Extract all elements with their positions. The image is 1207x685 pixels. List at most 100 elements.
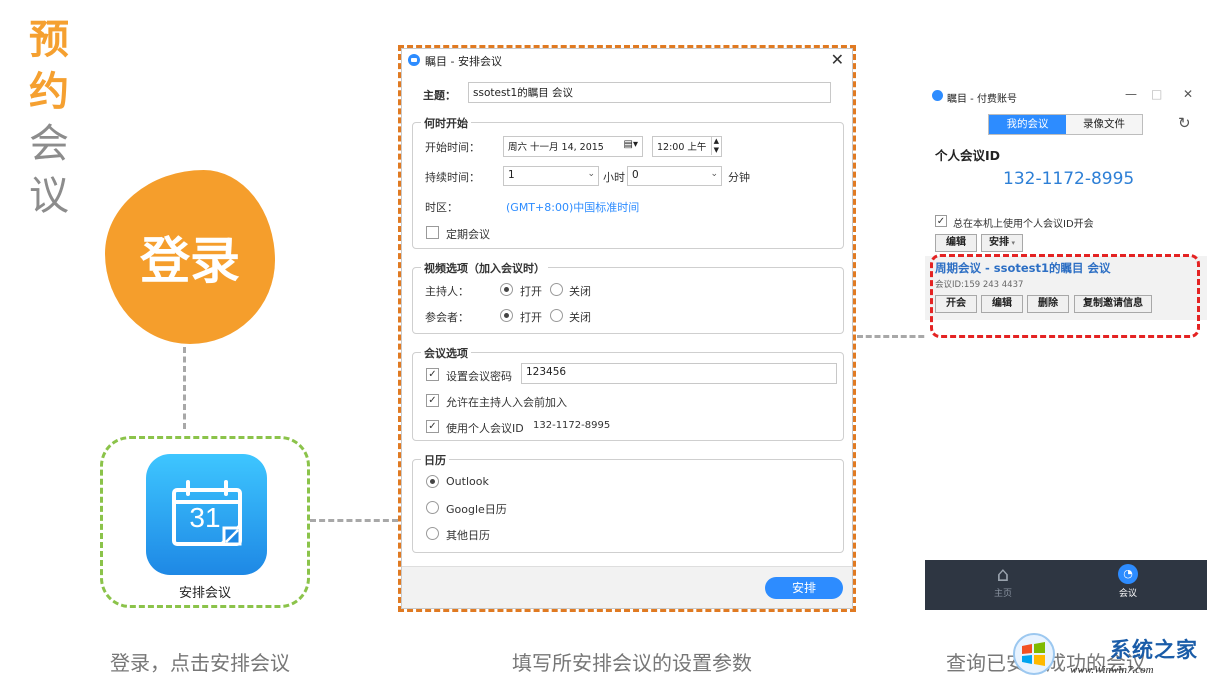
start-date-value: 周六 十一月 14, 2015	[508, 142, 604, 153]
login-blob-text: 登录	[140, 232, 240, 290]
pmi-schedule-button[interactable]: 安排 ▾	[981, 234, 1023, 252]
chevron-down-icon: ▾	[1009, 239, 1015, 247]
watermark-url: www.Winwin7.com	[1070, 664, 1154, 676]
video-group: 视频选项（加入会议时） 主持人： 打开 关闭 参会者： 打开 关闭	[412, 260, 844, 334]
start-time-spinner[interactable]: 12:00 上午 ▲ ▼	[652, 136, 722, 157]
tab-my-meetings[interactable]: 我的会议	[989, 115, 1066, 134]
participant-video-on-label: 打开	[520, 311, 542, 324]
zoom-logo-icon	[932, 90, 943, 101]
schedule-app-icon[interactable]: 31	[146, 454, 267, 575]
start-time-label: 开始时间：	[425, 141, 480, 154]
connector-left	[310, 519, 398, 522]
topic-input[interactable]: ssotest1的瞩目 会议	[468, 82, 831, 103]
watermark: 系统之家 www.Winwin7.com	[1010, 628, 1207, 685]
refresh-icon[interactable]: ↻	[1178, 114, 1191, 132]
duration-minutes-select[interactable]: 0 ⌄	[627, 166, 722, 186]
when-group-title: 何时开始	[421, 115, 471, 131]
calendar-day: 31	[189, 502, 221, 533]
meeting-highlight-frame	[930, 254, 1200, 338]
minimize-icon[interactable]: —	[1125, 87, 1137, 101]
schedule-icon-label: 安排会议	[178, 586, 231, 601]
calendar-group: 日历 Outlook Google日历 其他日历	[412, 452, 844, 553]
password-checkbox[interactable]: ✓	[426, 368, 439, 381]
zoom-logo-icon	[408, 54, 420, 66]
pmi-number: 132-1172-8995	[1003, 169, 1135, 189]
login-blob: 登录	[105, 170, 275, 344]
calendar-other-radio[interactable]	[426, 527, 439, 540]
calendar-outlook-radio[interactable]	[426, 475, 439, 488]
hours-unit: 小时	[603, 171, 625, 184]
caption-middle: 填写所安排会议的设置参数	[512, 651, 752, 675]
calendar-google-radio[interactable]	[426, 501, 439, 514]
nav-home[interactable]: ⌂ 主页	[978, 564, 1028, 599]
hours-value: 1	[508, 169, 515, 181]
connector-right	[857, 335, 933, 338]
side-title: 预 约 会 议	[26, 14, 72, 222]
host-video-on-radio[interactable]	[500, 283, 513, 296]
video-group-title: 视频选项（加入会议时）	[421, 260, 548, 276]
calendar-google-label: Google日历	[446, 503, 507, 516]
side-title-char-1: 预	[29, 17, 69, 63]
use-pmi-checkbox[interactable]: ✓	[426, 420, 439, 433]
close-icon[interactable]: ✕	[831, 50, 844, 69]
schedule-button[interactable]: 安排	[765, 577, 843, 599]
caption-left: 登录，点击安排会议	[110, 651, 290, 675]
meeting-options-group: 会议选项 ✓ 设置会议密码 123456 ✓ 允许在主持人入会前加入 ✓ 使用个…	[412, 345, 844, 441]
main-window-titlebar: 瞩目 - 付费账号 — □ ✕	[925, 84, 1207, 108]
host-video-off-label: 关闭	[569, 285, 591, 298]
recurring-label: 定期会议	[446, 228, 490, 241]
join-before-host-checkbox[interactable]: ✓	[426, 394, 439, 407]
close-icon[interactable]: ✕	[1183, 87, 1193, 101]
participant-video-label: 参会者：	[425, 311, 469, 324]
side-title-char-4: 议	[29, 173, 69, 219]
schedule-icon-frame: 31 安排会议	[100, 436, 310, 608]
timezone-link[interactable]: (GMT+8:00)中国标准时间	[506, 199, 639, 215]
timezone-label: 时区：	[425, 201, 458, 214]
start-date-picker[interactable]: 周六 十一月 14, 2015 ▤▾	[503, 136, 643, 157]
tab-recordings[interactable]: 录像文件	[1066, 115, 1142, 134]
zoom-main-window: 瞩目 - 付费账号 — □ ✕ 我的会议 录像文件 ↻ 个人会议ID 132-1…	[925, 84, 1207, 610]
pmi-edit-button[interactable]: 编辑	[935, 234, 977, 252]
always-use-pmi-label: 总在本机上使用个人会议ID开会	[953, 219, 1094, 230]
pmi-schedule-label: 安排	[989, 237, 1010, 248]
nav-meeting[interactable]: ◔ 会议	[1103, 564, 1153, 599]
host-video-label: 主持人：	[425, 285, 469, 298]
join-before-host-label: 允许在主持人入会前加入	[446, 396, 567, 409]
home-icon: ⌂	[996, 562, 1010, 586]
meeting-options-title: 会议选项	[421, 345, 471, 361]
calendar-group-title: 日历	[421, 452, 449, 468]
chevron-down-icon: ⌄	[587, 169, 595, 179]
topic-label: 主题：	[423, 89, 456, 102]
use-pmi-label: 使用个人会议ID	[446, 422, 524, 435]
calendar-dropdown-icon[interactable]: ▤▾	[624, 139, 638, 150]
windows-logo-icon	[1013, 633, 1055, 675]
when-group: 何时开始 开始时间： 周六 十一月 14, 2015 ▤▾ 12:00 上午 ▲…	[412, 115, 844, 249]
chevron-down-icon: ⌄	[710, 169, 718, 179]
use-pmi-value: 132-1172-8995	[533, 420, 611, 431]
side-title-char-2: 约	[29, 69, 69, 115]
participant-video-on-radio[interactable]	[500, 309, 513, 322]
start-time-value: 12:00 上午	[657, 142, 707, 153]
duration-hours-select[interactable]: 1 ⌄	[503, 166, 599, 186]
main-tabs: 我的会议 录像文件	[988, 114, 1143, 135]
always-use-pmi-checkbox[interactable]: ✓	[935, 215, 947, 227]
dialog-title: 瞩目 - 安排会议	[425, 55, 502, 68]
duration-label: 持续时间：	[425, 171, 480, 184]
host-video-off-radio[interactable]	[550, 283, 563, 296]
connector-vertical	[183, 347, 186, 429]
recurring-checkbox[interactable]	[426, 226, 439, 239]
maximize-icon[interactable]: □	[1151, 87, 1162, 101]
calendar-other-label: 其他日历	[446, 529, 490, 542]
watermark-text: 系统之家	[1110, 638, 1198, 662]
nav-meeting-label: 会议	[1118, 589, 1137, 599]
spinner-arrows-icon[interactable]: ▲ ▼	[710, 137, 719, 155]
minutes-unit: 分钟	[728, 171, 750, 184]
minutes-value: 0	[632, 169, 639, 181]
participant-video-off-radio[interactable]	[550, 309, 563, 322]
participant-video-off-label: 关闭	[569, 311, 591, 324]
main-window-title: 瞩目 - 付费账号	[947, 94, 1017, 105]
schedule-meeting-dialog: 瞩目 - 安排会议 ✕ 主题： ssotest1的瞩目 会议 何时开始 开始时间…	[401, 48, 853, 609]
password-input[interactable]: 123456	[521, 363, 837, 384]
nav-home-label: 主页	[993, 589, 1012, 599]
dialog-footer: 安排	[402, 566, 852, 608]
